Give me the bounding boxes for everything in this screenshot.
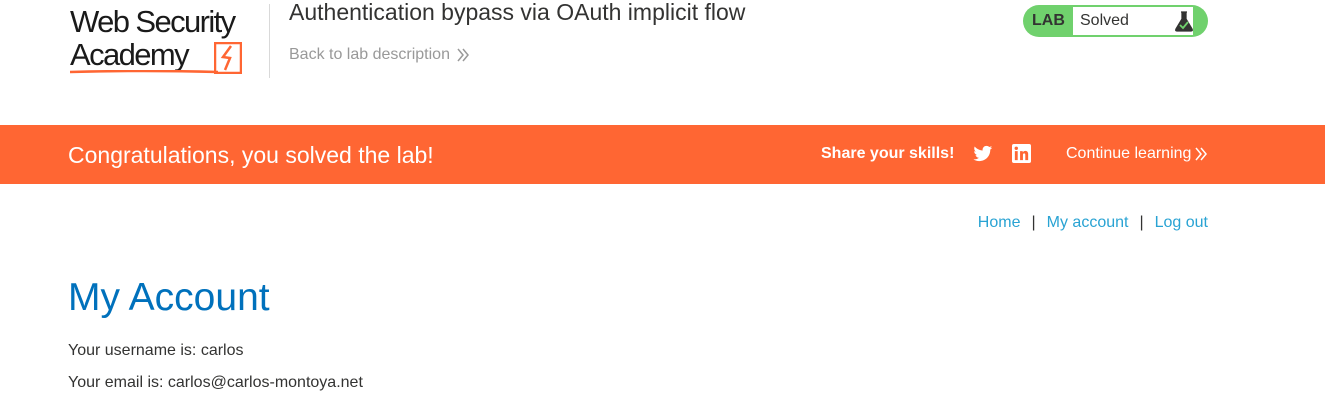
lab-title: Authentication bypass via OAuth implicit… (289, 0, 746, 25)
page-title: My Account (68, 276, 270, 319)
back-to-lab-description-link[interactable]: Back to lab description (289, 46, 470, 64)
lightning-icon (214, 42, 242, 74)
notification-banner: Congratulations, you solved the lab! Sha… (0, 125, 1325, 184)
double-chevron-right-icon (457, 48, 469, 62)
header: Web Security Academy Authentication bypa… (0, 0, 1325, 125)
continue-learning-label: Continue learning (1066, 145, 1192, 162)
nav-my-account-link[interactable]: My account (1047, 214, 1129, 232)
logo-underline (70, 70, 218, 74)
nav-home-link[interactable]: Home (978, 214, 1021, 232)
username-text: Your username is: carlos (68, 342, 244, 359)
share-skills-label: Share your skills! (821, 145, 955, 162)
page: Web Security Academy Authentication bypa… (0, 0, 1325, 402)
top-nav: Home | My account | Log out (978, 214, 1208, 232)
continue-learning-link[interactable]: Continue learning (1066, 145, 1208, 163)
linkedin-icon[interactable] (1012, 144, 1031, 163)
lab-status-badge: LAB Solved (1023, 5, 1208, 37)
nav-log-out-link[interactable]: Log out (1155, 214, 1208, 232)
back-link-label: Back to lab description (289, 46, 450, 63)
logo-text-line2: Academy (70, 37, 190, 72)
logo-text-line1: Web Security (70, 4, 236, 39)
nav-separator: | (1031, 214, 1036, 231)
congratulations-message: Congratulations, you solved the lab! (68, 142, 434, 168)
lab-status-label: LAB (1032, 12, 1065, 29)
double-chevron-right-icon (1195, 147, 1208, 161)
flask-icon (1175, 11, 1193, 32)
nav-separator: | (1139, 214, 1144, 231)
email-text: Your email is: carlos@carlos-montoya.net (68, 374, 363, 391)
web-security-academy-logo[interactable]: Web Security Academy (70, 4, 270, 78)
twitter-icon[interactable] (973, 145, 993, 163)
